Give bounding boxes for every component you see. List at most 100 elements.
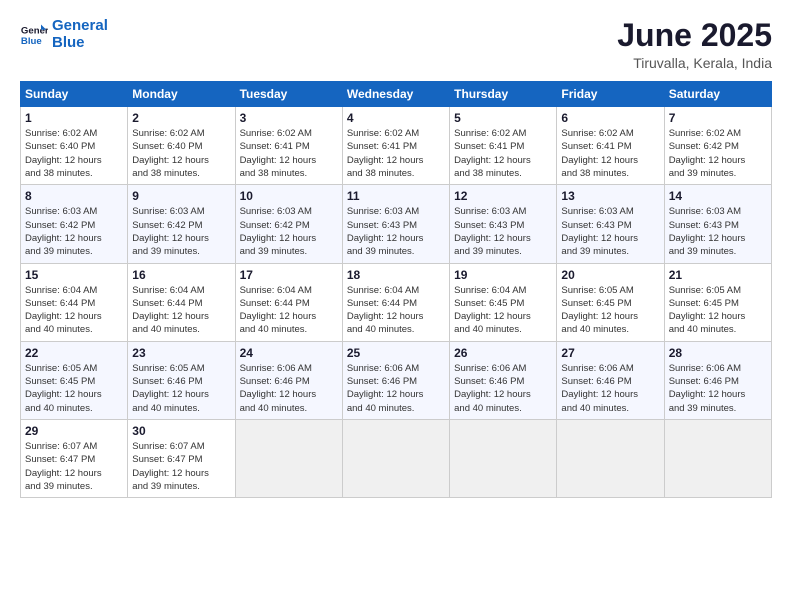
day-detail: Sunrise: 6:05 AMSunset: 6:45 PMDaylight:…	[669, 284, 767, 337]
day-detail: Sunrise: 6:05 AMSunset: 6:46 PMDaylight:…	[132, 362, 230, 415]
page: General Blue General Blue June 2025 Tiru…	[0, 0, 792, 612]
day-detail: Sunrise: 6:02 AMSunset: 6:40 PMDaylight:…	[132, 127, 230, 180]
calendar-day-cell: 24 Sunrise: 6:06 AMSunset: 6:46 PMDayligh…	[235, 341, 342, 419]
calendar-day-cell: 11 Sunrise: 6:03 AMSunset: 6:43 PMDayligh…	[342, 185, 449, 263]
day-number: 19	[454, 268, 552, 282]
day-detail: Sunrise: 6:03 AMSunset: 6:42 PMDaylight:…	[240, 205, 338, 258]
calendar-day-cell: 20 Sunrise: 6:05 AMSunset: 6:45 PMDayligh…	[557, 263, 664, 341]
day-detail: Sunrise: 6:07 AMSunset: 6:47 PMDaylight:…	[25, 440, 123, 493]
calendar-week-row: 15 Sunrise: 6:04 AMSunset: 6:44 PMDayligh…	[21, 263, 772, 341]
day-detail: Sunrise: 6:03 AMSunset: 6:42 PMDaylight:…	[132, 205, 230, 258]
day-detail: Sunrise: 6:02 AMSunset: 6:41 PMDaylight:…	[240, 127, 338, 180]
day-detail: Sunrise: 6:06 AMSunset: 6:46 PMDaylight:…	[240, 362, 338, 415]
day-number: 29	[25, 424, 123, 438]
empty-day-cell	[557, 419, 664, 497]
title-block: June 2025 Tiruvalla, Kerala, India	[617, 18, 772, 71]
calendar-day-cell: 22 Sunrise: 6:05 AMSunset: 6:45 PMDayligh…	[21, 341, 128, 419]
day-number: 5	[454, 111, 552, 125]
day-detail: Sunrise: 6:05 AMSunset: 6:45 PMDaylight:…	[25, 362, 123, 415]
day-detail: Sunrise: 6:07 AMSunset: 6:47 PMDaylight:…	[132, 440, 230, 493]
day-number: 13	[561, 189, 659, 203]
logo-line2: Blue	[52, 34, 85, 51]
day-detail: Sunrise: 6:04 AMSunset: 6:44 PMDaylight:…	[132, 284, 230, 337]
empty-day-cell	[235, 419, 342, 497]
calendar-day-cell: 25Sunrise: 6:06 AMSunset: 6:46 PMDayligh…	[342, 341, 449, 419]
calendar-day-cell: 6 Sunrise: 6:02 AMSunset: 6:41 PMDaylight…	[557, 107, 664, 185]
svg-text:General: General	[21, 25, 48, 36]
day-number: 21	[669, 268, 767, 282]
day-number: 4	[347, 111, 445, 125]
calendar-day-cell: 9 Sunrise: 6:03 AMSunset: 6:42 PMDaylight…	[128, 185, 235, 263]
day-number: 3	[240, 111, 338, 125]
svg-text:Blue: Blue	[21, 35, 42, 46]
day-detail: Sunrise: 6:06 AMSunset: 6:46 PMDaylight:…	[669, 362, 767, 415]
day-number: 24	[240, 346, 338, 360]
empty-day-cell	[342, 419, 449, 497]
day-detail: Sunrise: 6:02 AMSunset: 6:41 PMDaylight:…	[347, 127, 445, 180]
day-number: 11	[347, 189, 445, 203]
calendar-day-cell: 29 Sunrise: 6:07 AMSunset: 6:47 PMDayligh…	[21, 419, 128, 497]
day-detail: Sunrise: 6:04 AMSunset: 6:45 PMDaylight:…	[454, 284, 552, 337]
weekday-header-row: SundayMondayTuesdayWednesdayThursdayFrid…	[21, 82, 772, 107]
day-number: 7	[669, 111, 767, 125]
logo: General Blue General Blue	[20, 18, 108, 51]
header: General Blue General Blue June 2025 Tiru…	[20, 18, 772, 71]
day-number: 12	[454, 189, 552, 203]
day-number: 22	[25, 346, 123, 360]
calendar-table: SundayMondayTuesdayWednesdayThursdayFrid…	[20, 81, 772, 498]
day-detail: Sunrise: 6:02 AMSunset: 6:40 PMDaylight:…	[25, 127, 123, 180]
calendar-week-row: 22 Sunrise: 6:05 AMSunset: 6:45 PMDayligh…	[21, 341, 772, 419]
day-number: 20	[561, 268, 659, 282]
day-number: 26	[454, 346, 552, 360]
day-detail: Sunrise: 6:02 AMSunset: 6:42 PMDaylight:…	[669, 127, 767, 180]
calendar-day-cell: 14Sunrise: 6:03 AMSunset: 6:43 PMDayligh…	[664, 185, 771, 263]
day-detail: Sunrise: 6:06 AMSunset: 6:46 PMDaylight:…	[347, 362, 445, 415]
calendar-day-cell: 12Sunrise: 6:03 AMSunset: 6:43 PMDayligh…	[450, 185, 557, 263]
day-number: 15	[25, 268, 123, 282]
day-number: 6	[561, 111, 659, 125]
day-number: 18	[347, 268, 445, 282]
weekday-header-wednesday: Wednesday	[342, 82, 449, 107]
weekday-header-monday: Monday	[128, 82, 235, 107]
day-number: 2	[132, 111, 230, 125]
calendar-day-cell: 26 Sunrise: 6:06 AMSunset: 6:46 PMDayligh…	[450, 341, 557, 419]
calendar-day-cell: 19 Sunrise: 6:04 AMSunset: 6:45 PMDayligh…	[450, 263, 557, 341]
calendar-week-row: 1Sunrise: 6:02 AMSunset: 6:40 PMDaylight…	[21, 107, 772, 185]
day-detail: Sunrise: 6:06 AMSunset: 6:46 PMDaylight:…	[561, 362, 659, 415]
day-number: 30	[132, 424, 230, 438]
calendar-day-cell: 16 Sunrise: 6:04 AMSunset: 6:44 PMDayligh…	[128, 263, 235, 341]
calendar-day-cell: 4 Sunrise: 6:02 AMSunset: 6:41 PMDaylight…	[342, 107, 449, 185]
calendar-day-cell: 27 Sunrise: 6:06 AMSunset: 6:46 PMDayligh…	[557, 341, 664, 419]
calendar-day-cell: 2 Sunrise: 6:02 AMSunset: 6:40 PMDaylight…	[128, 107, 235, 185]
calendar-title: June 2025	[617, 18, 772, 53]
calendar-day-cell: 21 Sunrise: 6:05 AMSunset: 6:45 PMDayligh…	[664, 263, 771, 341]
day-detail: Sunrise: 6:05 AMSunset: 6:45 PMDaylight:…	[561, 284, 659, 337]
day-detail: Sunrise: 6:03 AMSunset: 6:42 PMDaylight:…	[25, 205, 123, 258]
day-number: 27	[561, 346, 659, 360]
day-number: 28	[669, 346, 767, 360]
day-detail: Sunrise: 6:03 AMSunset: 6:43 PMDaylight:…	[347, 205, 445, 258]
calendar-day-cell: 1Sunrise: 6:02 AMSunset: 6:40 PMDaylight…	[21, 107, 128, 185]
calendar-week-row: 29 Sunrise: 6:07 AMSunset: 6:47 PMDayligh…	[21, 419, 772, 497]
weekday-header-tuesday: Tuesday	[235, 82, 342, 107]
calendar-day-cell: 18Sunrise: 6:04 AMSunset: 6:44 PMDayligh…	[342, 263, 449, 341]
day-number: 14	[669, 189, 767, 203]
day-number: 9	[132, 189, 230, 203]
calendar-day-cell: 13 Sunrise: 6:03 AMSunset: 6:43 PMDayligh…	[557, 185, 664, 263]
day-detail: Sunrise: 6:02 AMSunset: 6:41 PMDaylight:…	[561, 127, 659, 180]
day-detail: Sunrise: 6:06 AMSunset: 6:46 PMDaylight:…	[454, 362, 552, 415]
calendar-day-cell: 10Sunrise: 6:03 AMSunset: 6:42 PMDayligh…	[235, 185, 342, 263]
day-detail: Sunrise: 6:04 AMSunset: 6:44 PMDaylight:…	[25, 284, 123, 337]
day-number: 16	[132, 268, 230, 282]
day-detail: Sunrise: 6:03 AMSunset: 6:43 PMDaylight:…	[561, 205, 659, 258]
day-detail: Sunrise: 6:02 AMSunset: 6:41 PMDaylight:…	[454, 127, 552, 180]
logo-line1: General	[52, 17, 108, 34]
day-number: 17	[240, 268, 338, 282]
day-number: 8	[25, 189, 123, 203]
weekday-header-saturday: Saturday	[664, 82, 771, 107]
weekday-header-sunday: Sunday	[21, 82, 128, 107]
logo-icon: General Blue	[20, 21, 48, 49]
calendar-day-cell: 23Sunrise: 6:05 AMSunset: 6:46 PMDayligh…	[128, 341, 235, 419]
day-detail: Sunrise: 6:04 AMSunset: 6:44 PMDaylight:…	[240, 284, 338, 337]
empty-day-cell	[450, 419, 557, 497]
